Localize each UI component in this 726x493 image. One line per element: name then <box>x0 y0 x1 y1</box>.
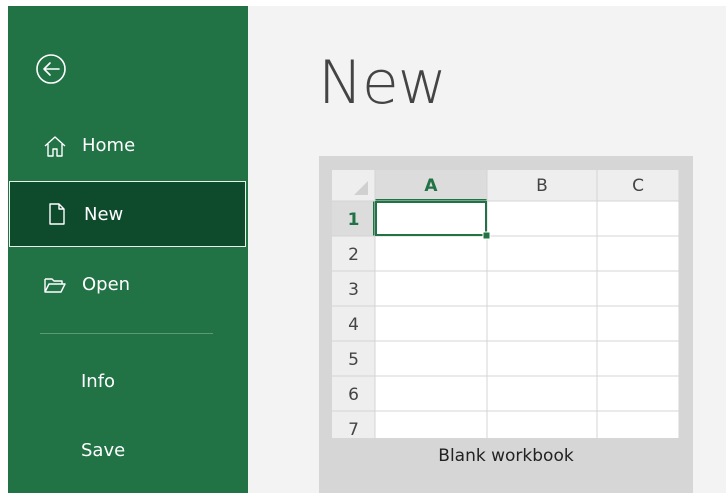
row-header-label: 7 <box>348 420 359 438</box>
blank-workbook-template[interactable]: A B C 1 2 3 4 5 6 7 Blank workbook <box>319 156 693 493</box>
sidebar-item-home[interactable]: Home <box>8 117 248 175</box>
row-header-label: 5 <box>348 350 359 370</box>
sidebar-item-label: Save <box>81 440 126 461</box>
sidebar-divider <box>40 333 213 334</box>
sheet-background <box>332 170 679 438</box>
sidebar-item-new[interactable]: New <box>9 181 246 247</box>
open-folder-icon <box>43 273 67 297</box>
sidebar-item-label: New <box>84 204 124 225</box>
sidebar-item-save[interactable]: Save <box>8 422 248 480</box>
fill-handle <box>482 231 491 240</box>
backstage-sidebar: Home New Open Info Save <box>8 6 248 493</box>
sidebar-item-label: Info <box>81 371 116 392</box>
main-panel: New A B C 1 2 3 4 5 6 7 Blank workbook <box>248 6 726 493</box>
back-arrow-icon <box>36 54 66 84</box>
sheet-preview: A B C 1 2 3 4 5 6 7 <box>332 170 679 438</box>
template-caption: Blank workbook <box>438 446 574 466</box>
column-header-label: C <box>632 176 644 196</box>
sidebar-item-info[interactable]: Info <box>8 353 248 411</box>
row-header-label: 2 <box>348 245 359 265</box>
row-header-label: 4 <box>348 315 359 335</box>
row-header-label: 6 <box>348 385 359 405</box>
home-icon <box>43 134 67 158</box>
sidebar-item-label: Home <box>82 135 136 156</box>
row-header-label: 1 <box>348 210 360 230</box>
sidebar-item-open[interactable]: Open <box>8 256 248 314</box>
column-header-label: B <box>536 176 548 196</box>
back-button[interactable] <box>32 50 70 88</box>
new-file-icon <box>45 202 69 226</box>
sidebar-item-label: Open <box>82 274 131 295</box>
page-title: New <box>318 48 447 118</box>
column-header-label: A <box>424 176 438 196</box>
sheet-grid: A B C 1 2 3 4 5 6 7 <box>332 170 679 438</box>
row-header-label: 3 <box>348 280 359 300</box>
